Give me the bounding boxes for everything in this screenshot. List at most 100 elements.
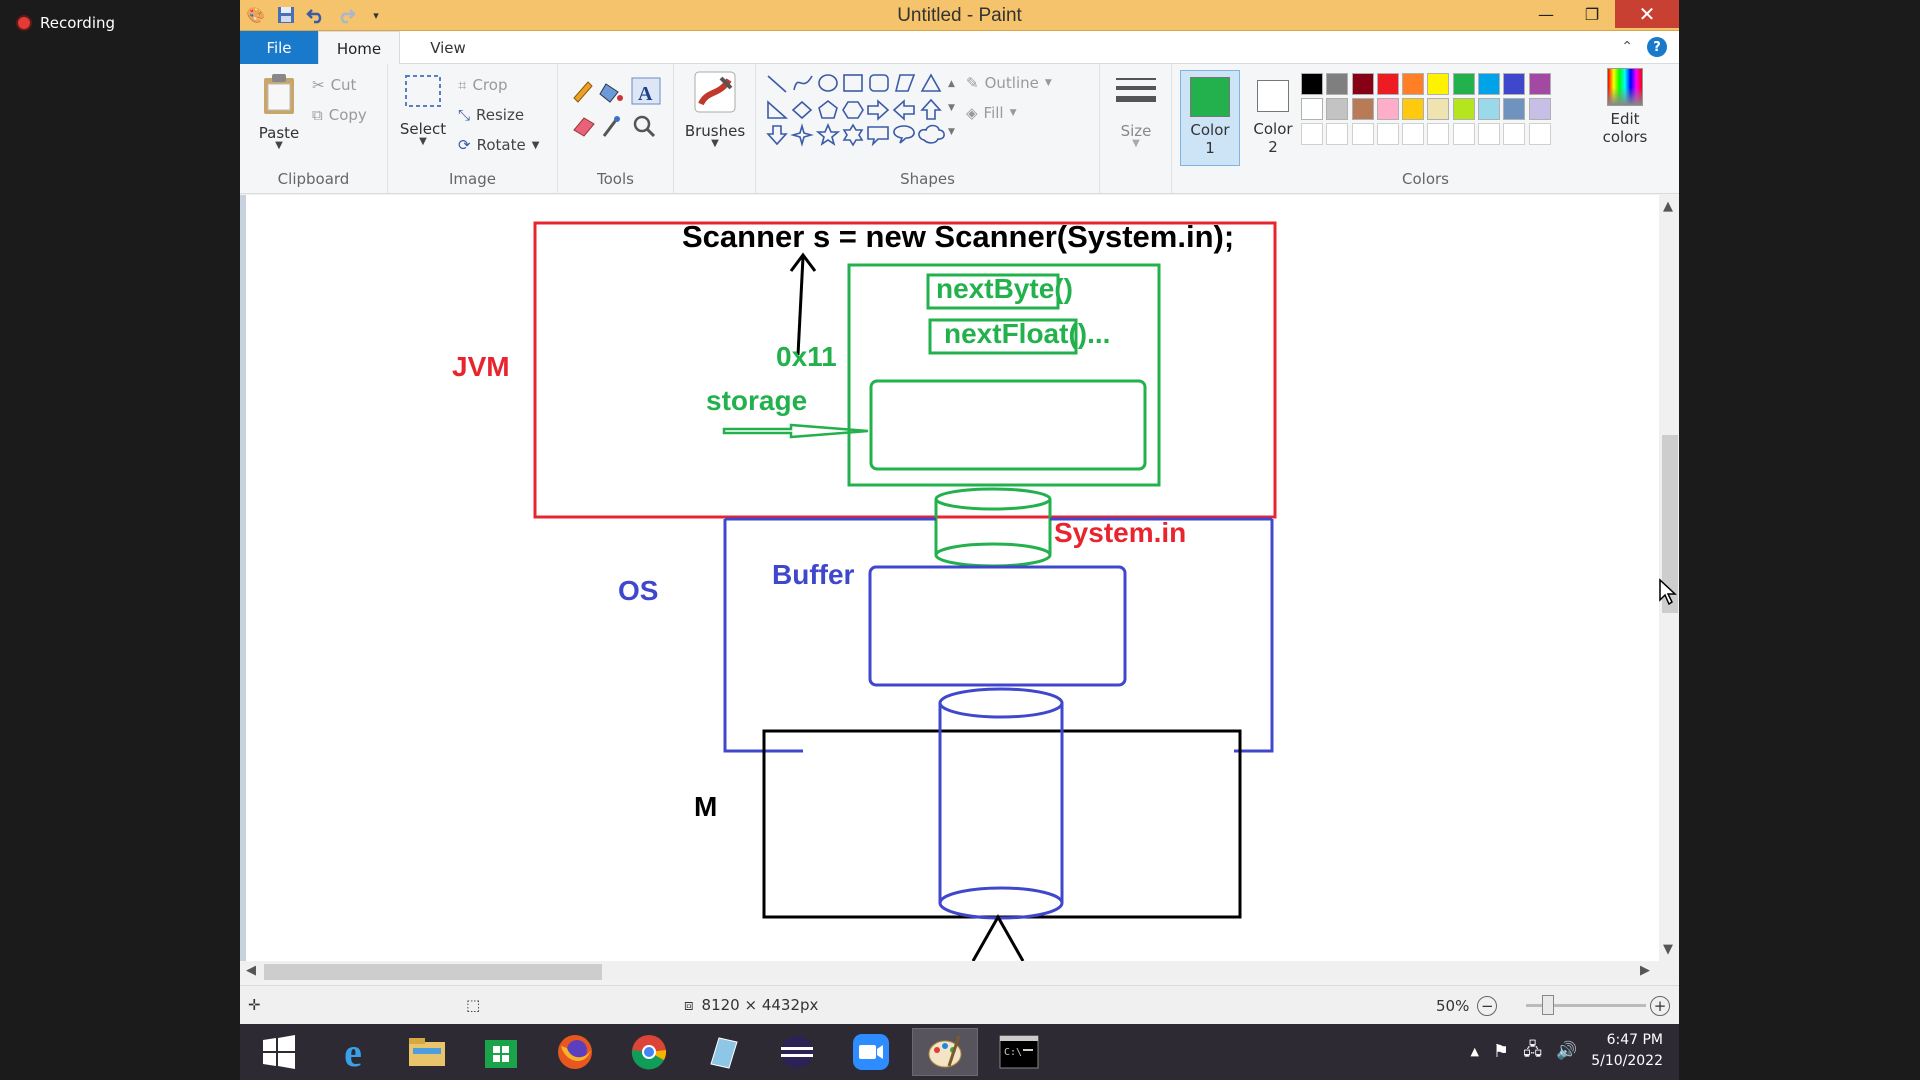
palette-swatch[interactable]: [1478, 123, 1501, 145]
outline-button[interactable]: ✎ Outline ▼: [966, 74, 1052, 92]
palette-swatch[interactable]: [1528, 123, 1551, 145]
scroll-up-icon[interactable]: ▲: [1663, 199, 1673, 214]
scroll-down-icon[interactable]: ▼: [1663, 942, 1673, 957]
size-button[interactable]: Size ▼: [1108, 74, 1164, 149]
size-group[interactable]: Size ▼: [1100, 64, 1172, 194]
taskbar-firefox[interactable]: [542, 1028, 608, 1076]
palette-swatch[interactable]: [1402, 98, 1425, 120]
color2-button[interactable]: Color 2: [1246, 70, 1300, 166]
palette-swatch[interactable]: [1452, 73, 1475, 95]
shapes-scroll-controls[interactable]: ▲ ▼ ▼: [948, 72, 955, 144]
taskbar-cmd[interactable]: C:\: [986, 1028, 1052, 1076]
palette-swatch[interactable]: [1301, 123, 1323, 145]
taskbar-file-explorer[interactable]: [394, 1028, 460, 1076]
volume-icon[interactable]: 🔊: [1556, 1041, 1577, 1061]
taskbar-store[interactable]: [468, 1028, 534, 1076]
brushes-button[interactable]: Brushes ▼: [682, 70, 748, 149]
edit-colors-button[interactable]: Edit colors: [1592, 68, 1658, 146]
tab-file[interactable]: File: [240, 31, 318, 64]
palette-swatch[interactable]: [1452, 123, 1475, 145]
palette-swatch[interactable]: [1326, 73, 1349, 95]
rotate-button[interactable]: ⟳ Rotate ▼: [458, 136, 539, 154]
palette-swatch[interactable]: [1301, 98, 1323, 120]
fill-bucket-icon[interactable]: [599, 83, 623, 103]
tab-view[interactable]: View: [418, 31, 478, 64]
color1-label: Color: [1190, 121, 1230, 139]
store-icon: [485, 1040, 517, 1068]
action-center-flag-icon[interactable]: ⚑: [1493, 1041, 1509, 1062]
zoom-in-icon[interactable]: +: [1650, 996, 1670, 1016]
title-bar: 🎨 ▾ Untitled - Paint — ❐ ✕: [240, 0, 1679, 31]
network-icon[interactable]: 🖧: [1523, 1037, 1542, 1066]
storage-box: [869, 379, 1147, 471]
color1-button[interactable]: Color 1: [1180, 70, 1240, 166]
zoom-slider-knob[interactable]: [1542, 995, 1554, 1015]
palette-swatch[interactable]: [1326, 98, 1349, 120]
paste-button[interactable]: Paste ▼: [252, 72, 306, 151]
fill-button[interactable]: ◈ Fill ▼: [966, 104, 1017, 122]
palette-swatch[interactable]: [1452, 98, 1475, 120]
palette-swatch[interactable]: [1528, 98, 1551, 120]
palette-swatch[interactable]: [1351, 73, 1374, 95]
horizontal-scrollbar[interactable]: ◀ ▶: [240, 961, 1679, 981]
taskbar-zoom[interactable]: [838, 1028, 904, 1076]
palette-swatch[interactable]: [1427, 98, 1450, 120]
shapes-gallery[interactable]: [762, 68, 948, 152]
minimize-button[interactable]: —: [1523, 0, 1569, 28]
palette-swatch[interactable]: [1478, 98, 1501, 120]
taskbar-chrome[interactable]: [616, 1028, 682, 1076]
taskbar-paint[interactable]: [912, 1028, 978, 1076]
firefox-icon: [558, 1035, 592, 1069]
palette-swatch[interactable]: [1503, 123, 1526, 145]
resize-icon: ⤡: [458, 106, 471, 124]
palette-swatch[interactable]: [1376, 98, 1399, 120]
show-hidden-icons-icon[interactable]: ▲: [1470, 1045, 1478, 1058]
image-group: Select ▼ ⌗ Crop ⤡ Resize ⟳ Rotate ▼ Imag…: [388, 64, 558, 194]
close-button[interactable]: ✕: [1615, 0, 1679, 28]
clock[interactable]: 6:47 PM 5/10/2022: [1591, 1030, 1663, 1072]
scroll-right-icon[interactable]: ▶: [1640, 963, 1650, 978]
copy-button[interactable]: ⧉ Copy: [312, 106, 367, 124]
scroll-left-icon[interactable]: ◀: [246, 963, 256, 978]
taskbar-notepad[interactable]: [690, 1028, 756, 1076]
select-button[interactable]: Select ▼: [398, 72, 448, 147]
collapse-ribbon-icon[interactable]: ⌃: [1621, 39, 1633, 55]
magnifier-icon[interactable]: [633, 115, 656, 138]
palette-swatch[interactable]: [1351, 123, 1374, 145]
palette-swatch[interactable]: [1376, 73, 1399, 95]
palette-swatch[interactable]: [1503, 98, 1526, 120]
pencil-icon[interactable]: [573, 81, 593, 103]
palette-swatch[interactable]: [1528, 73, 1551, 95]
palette-swatch[interactable]: [1427, 73, 1450, 95]
palette-swatch[interactable]: [1351, 98, 1374, 120]
outline-label: Outline: [984, 74, 1039, 92]
brushes-group[interactable]: Brushes ▼: [674, 64, 756, 194]
cut-button[interactable]: ✂ Cut: [312, 76, 356, 94]
drawing-canvas[interactable]: Scanner s = new Scanner(System.in); JVM …: [246, 195, 1659, 961]
fill-caret-icon: ▼: [1009, 108, 1017, 118]
palette-swatch[interactable]: [1326, 123, 1349, 145]
resize-button[interactable]: ⤡ Resize: [458, 106, 524, 124]
tab-home[interactable]: Home: [318, 31, 400, 65]
help-icon[interactable]: ?: [1647, 37, 1667, 57]
palette-swatch[interactable]: [1301, 73, 1323, 95]
palette-swatch[interactable]: [1376, 123, 1399, 145]
zoom-out-icon[interactable]: −: [1477, 996, 1498, 1016]
color-picker-icon[interactable]: [602, 116, 620, 137]
text-icon[interactable]: A: [631, 77, 661, 105]
palette-swatch[interactable]: [1402, 123, 1425, 145]
palette-swatch[interactable]: [1427, 123, 1450, 145]
eraser-icon[interactable]: [573, 117, 595, 137]
taskbar-eclipse[interactable]: [764, 1028, 830, 1076]
crop-button[interactable]: ⌗ Crop: [458, 76, 507, 94]
palette-swatch[interactable]: [1478, 73, 1501, 95]
palette-swatch[interactable]: [1503, 73, 1526, 95]
selection-size: ⬚: [466, 996, 480, 1014]
restore-button[interactable]: ❐: [1569, 0, 1615, 28]
taskbar-ie[interactable]: e: [320, 1028, 386, 1076]
horizontal-scroll-thumb[interactable]: [264, 964, 602, 980]
palette-swatch[interactable]: [1402, 73, 1425, 95]
tools-group-label: Tools: [597, 170, 634, 188]
rotate-label: Rotate: [476, 136, 526, 154]
start-button[interactable]: [246, 1028, 312, 1076]
